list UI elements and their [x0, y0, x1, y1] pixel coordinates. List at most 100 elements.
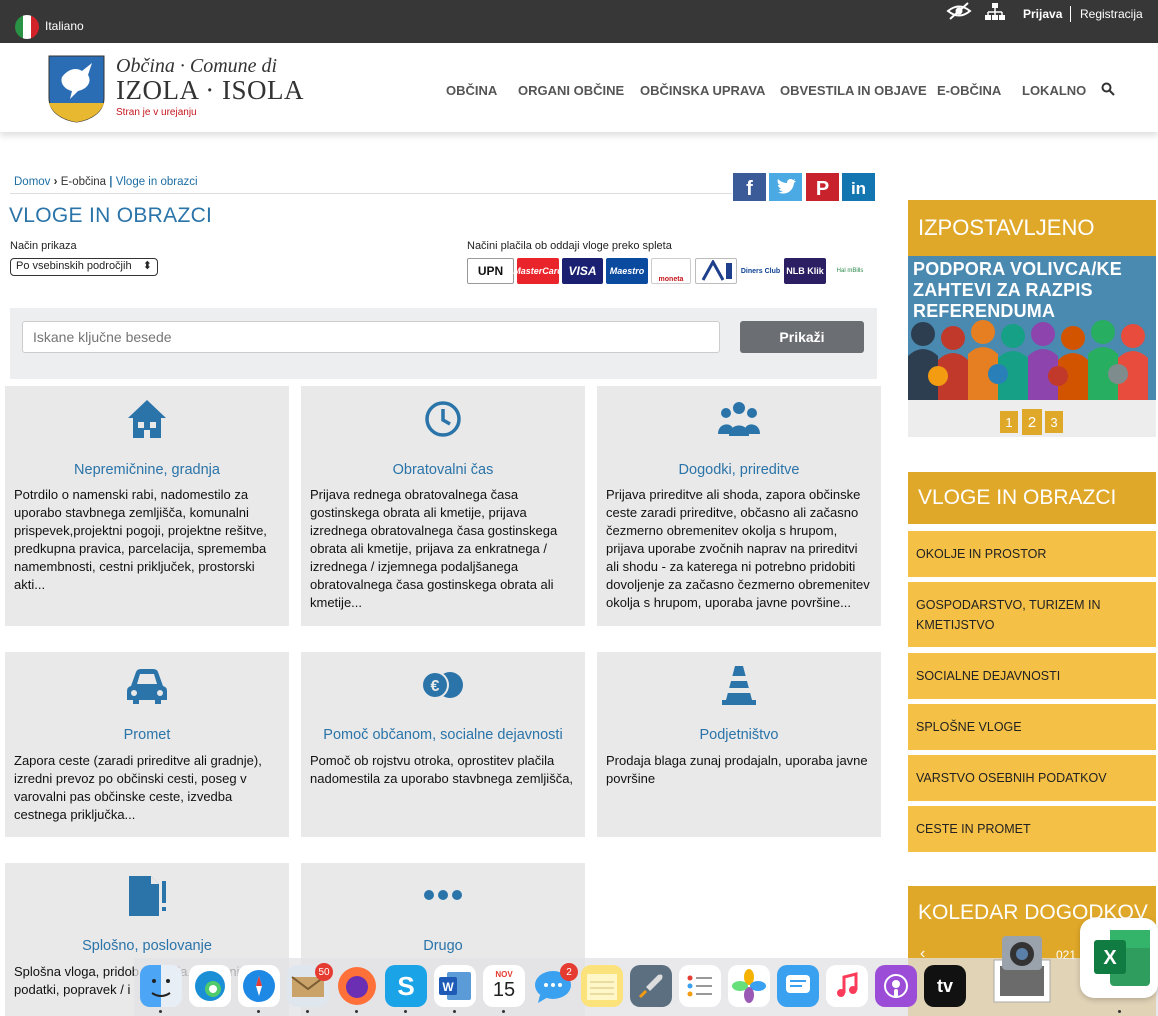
clock-icon	[425, 401, 461, 437]
featured-banner-text[interactable]: PODPORA VOLIVCA/KE ZAHTEVI ZA RAZPIS REF…	[913, 259, 1153, 322]
edge-icon[interactable]	[189, 965, 231, 1007]
view-mode-value: Po vsebinskih področjih	[16, 260, 132, 272]
category-card-business[interactable]: Podjetništvo Prodaja blaga zunaj prodaja…	[597, 652, 881, 837]
car-icon	[127, 669, 167, 704]
diners-club-logo: Diners Club	[740, 258, 781, 284]
svg-text:W: W	[442, 980, 454, 994]
card-title[interactable]: Nepremičnine, gradnja	[5, 462, 289, 478]
calendar-app-month: NOV	[495, 970, 513, 979]
carousel-page-2[interactable]: 2	[1022, 409, 1042, 435]
card-title[interactable]: Drugo	[301, 938, 585, 954]
house-icon	[128, 400, 166, 438]
hal-mbills-logo: Hal mBills	[829, 258, 871, 284]
launchpad-icon[interactable]	[630, 965, 672, 1007]
forms-item-roads[interactable]: CESTE IN PROMET	[908, 806, 1156, 852]
forms-item-economy[interactable]: GOSPODARSTVO, TURIZEM IN KMETIJSTVO	[908, 582, 1156, 647]
category-card-events[interactable]: Dogodki, prireditve Prijava prireditve a…	[597, 386, 881, 626]
card-title[interactable]: Promet	[5, 727, 289, 743]
category-card-traffic[interactable]: Promet Zapora ceste (zaradi prireditve a…	[5, 652, 289, 837]
forms-title: VLOGE IN OBRAZCI	[918, 486, 1117, 509]
category-card-real-estate[interactable]: Nepremičnine, gradnja Potrdilo o namensk…	[5, 386, 289, 626]
breadcrumb-current: Vloge in obrazci	[115, 176, 198, 188]
breadcrumb-home[interactable]: Domov	[14, 176, 50, 188]
maestro-logo: Maestro	[606, 258, 648, 284]
register-link[interactable]: Registracija	[1080, 7, 1143, 21]
search-icon[interactable]	[1101, 82, 1115, 96]
facebook-share-icon[interactable]: f	[733, 173, 766, 201]
carousel-page-3[interactable]: 3	[1045, 411, 1063, 433]
linkedin-share-icon[interactable]: in	[842, 173, 875, 201]
carousel-page-1[interactable]: 1	[1000, 411, 1018, 433]
running-indicator	[355, 1010, 358, 1013]
running-indicator	[502, 1010, 505, 1013]
reminders-icon[interactable]	[679, 965, 721, 1007]
visa-logo: VISA	[562, 258, 603, 284]
preview-icon[interactable]	[986, 930, 1058, 1006]
breadcrumb: Domov › E-občina | Vloge in obrazci	[14, 176, 198, 188]
card-title[interactable]: Pomoč občanom, socialne dejavnosti	[301, 727, 585, 743]
svg-text:X: X	[1103, 947, 1117, 969]
nav-lokalno[interactable]: LOKALNO	[1022, 83, 1086, 98]
nav-obcina[interactable]: OBČINA	[446, 83, 497, 98]
category-card-social-help[interactable]: € Pomoč občanom, socialne dejavnosti Pom…	[301, 652, 585, 837]
forms-item-social[interactable]: SOCIALNE DEJAVNOSTI	[908, 653, 1156, 699]
word-icon[interactable]: W	[434, 965, 476, 1007]
nav-organi-obcine[interactable]: ORGANI OBČINE	[518, 83, 624, 98]
card-description: Potrdilo o namenski rabi, nadomestilo za…	[14, 487, 267, 592]
nav-e-obcina[interactable]: E-OBČINA	[937, 83, 1001, 98]
music-icon[interactable]	[826, 965, 868, 1007]
excel-icon[interactable]: X	[1080, 918, 1158, 998]
page-title: VLOGE IN OBRAZCI	[9, 204, 213, 227]
feedback-icon[interactable]	[777, 965, 819, 1007]
brand-tagline: Stran je v urejanju	[116, 107, 197, 118]
card-title[interactable]: Dogodki, prireditve	[597, 462, 881, 478]
nlb-klik-logo: NLB Klik	[784, 258, 826, 284]
brand-name: IZOLA · ISOLA	[116, 75, 304, 105]
svg-text:in: in	[851, 179, 866, 198]
safari-icon[interactable]	[238, 965, 280, 1007]
card-title[interactable]: Splošno, poslovanje	[5, 938, 289, 954]
accessibility-eye-icon[interactable]	[946, 2, 972, 22]
card-description: Zapora ceste (zaradi prireditve ali grad…	[14, 753, 262, 822]
more-dots-icon	[424, 890, 462, 900]
messages-unread-badge: 2	[560, 963, 578, 981]
sitemap-icon[interactable]	[984, 2, 1006, 22]
nav-obcinska-uprava[interactable]: OBČINSKA UPRAVA	[640, 83, 765, 98]
language-switch[interactable]: Italiano	[45, 19, 84, 33]
coat-of-arms-logo[interactable]	[48, 55, 105, 123]
finder-icon[interactable]	[140, 965, 182, 1007]
card-title[interactable]: Obratovalni čas	[301, 462, 585, 478]
show-button[interactable]: Prikaži	[740, 321, 864, 353]
forms-item-environment[interactable]: OKOLJE IN PROSTOR	[908, 531, 1156, 577]
breadcrumb-chevron-icon: ›	[53, 176, 58, 188]
pinterest-share-icon[interactable]: P	[806, 173, 839, 201]
calendar-app-day: 15	[492, 979, 516, 1001]
keyword-search-input[interactable]	[22, 321, 720, 353]
italian-flag-icon[interactable]	[15, 15, 39, 39]
forms-item-data-protection[interactable]: VARSTVO OSEBNIH PODATKOV	[908, 755, 1156, 801]
nav-obvestila-in-objave[interactable]: OBVESTILA IN OBJAVE	[780, 83, 927, 98]
podcasts-icon[interactable]	[875, 965, 917, 1007]
running-indicator	[404, 1010, 407, 1013]
notes-icon[interactable]	[581, 965, 623, 1007]
view-mode-select[interactable]: Po vsebinskih področjih ⬍	[10, 258, 158, 276]
card-description: Pomoč ob rojstvu otroka, oprostitev plač…	[310, 753, 574, 786]
breadcrumb-section[interactable]: E-občina	[61, 176, 106, 188]
photos-icon[interactable]	[728, 965, 770, 1007]
calendar-app-icon[interactable]: NOV 15	[483, 965, 525, 1007]
skype-icon[interactable]: S	[385, 965, 427, 1007]
upn-logo: UPN	[467, 258, 514, 284]
document-icon	[129, 876, 166, 916]
firefox-icon[interactable]	[336, 965, 378, 1007]
card-description: Prodaja blaga zunaj prodajaln, uporaba j…	[606, 753, 868, 786]
moneta-logo: moneta	[651, 258, 691, 284]
featured-title: IZPOSTAVLJENO	[918, 215, 1095, 240]
card-title[interactable]: Podjetništvo	[597, 727, 881, 743]
login-link[interactable]: Prijava	[1023, 7, 1062, 21]
category-card-opening-hours[interactable]: Obratovalni čas Prijava rednega obratova…	[301, 386, 585, 626]
twitter-share-icon[interactable]	[769, 173, 802, 201]
apple-tv-label: tv	[936, 975, 953, 996]
payment-methods-label: Načini plačila ob oddaji vloge preko spl…	[467, 240, 672, 252]
forms-item-general[interactable]: SPLOŠNE VLOGE	[908, 704, 1156, 750]
apple-tv-icon[interactable]: tv	[924, 965, 966, 1007]
